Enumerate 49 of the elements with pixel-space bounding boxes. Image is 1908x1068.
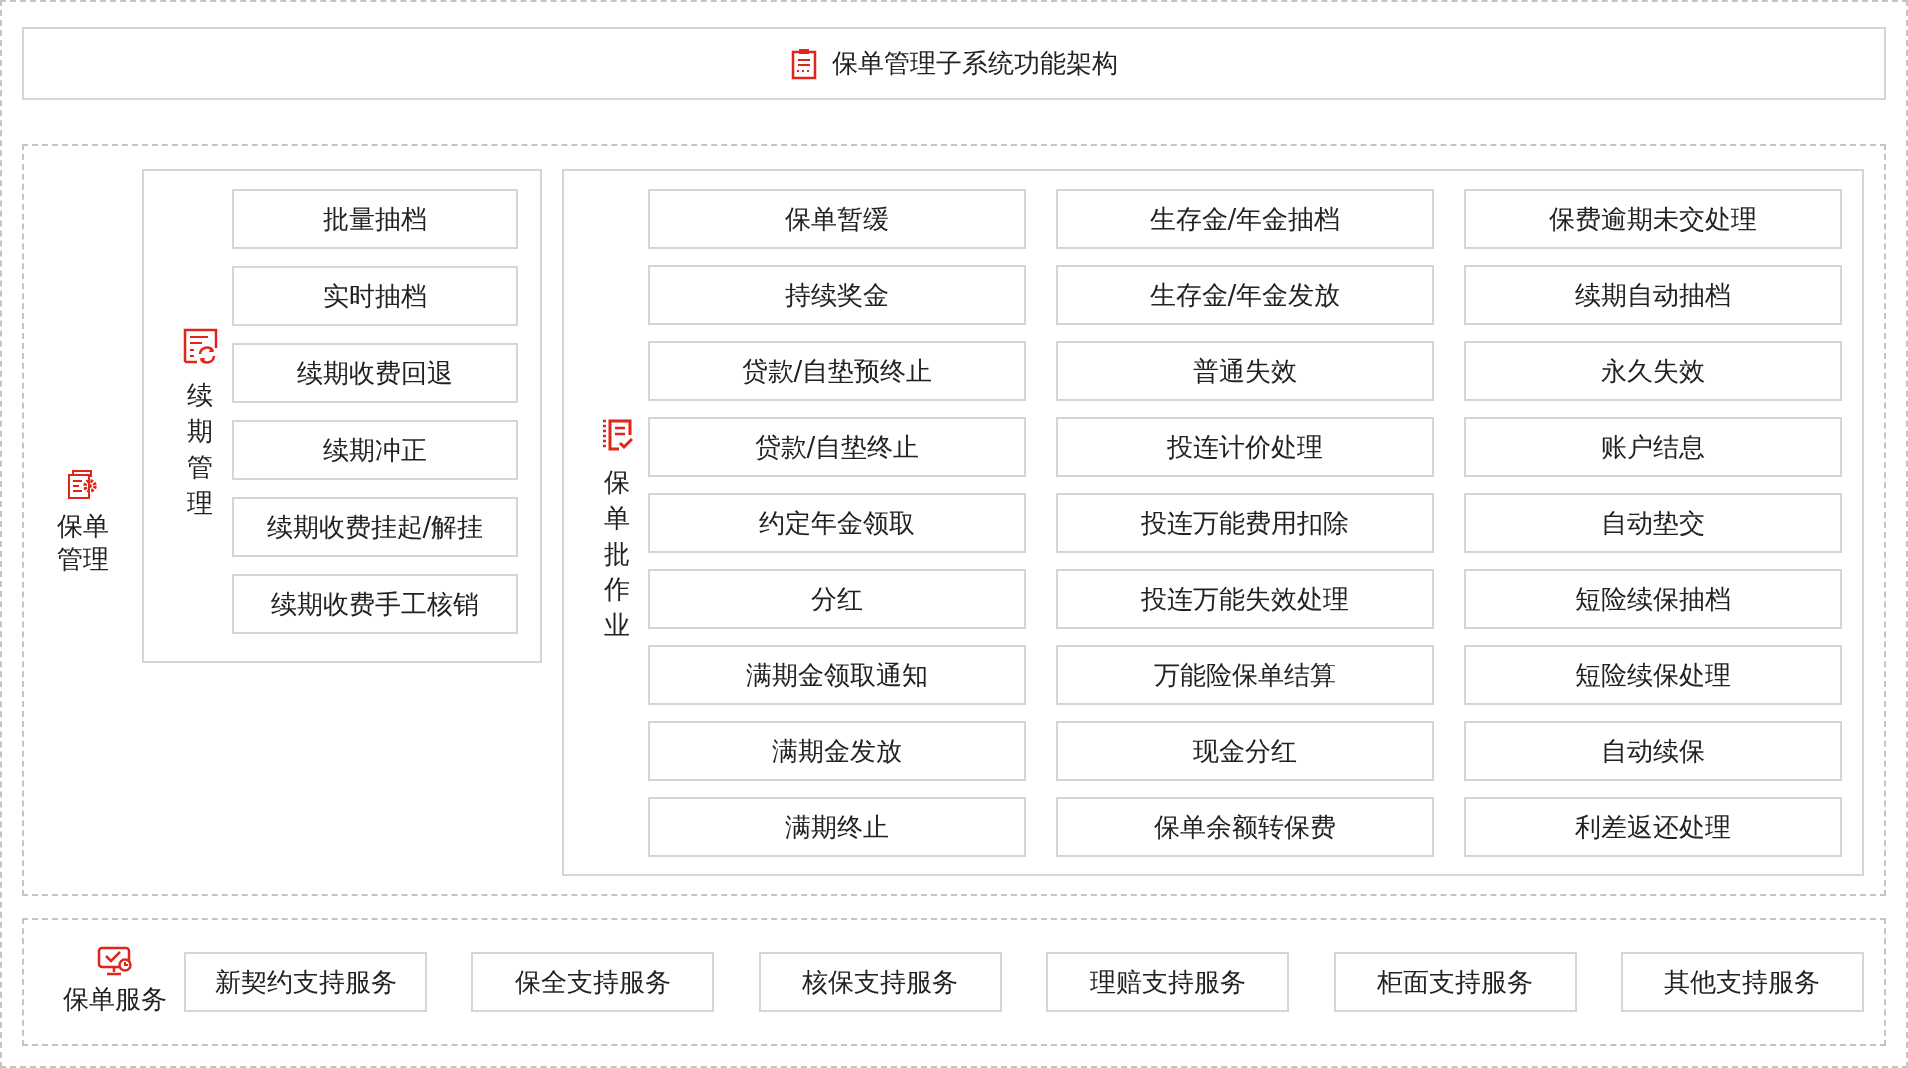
- panel-label: 续期管理: [187, 379, 213, 520]
- monitor-check-icon: [97, 945, 133, 976]
- document-gear-icon: [67, 470, 99, 500]
- function-box: 续期冲正: [232, 420, 518, 480]
- function-box: 批量抽档: [232, 189, 518, 249]
- diagram-title: 保单管理子系统功能架构: [832, 47, 1118, 80]
- function-box: 约定年金领取: [648, 493, 1026, 553]
- section-label: 保单管理: [57, 510, 109, 575]
- function-box: 账户结息: [1464, 417, 1842, 477]
- function-box: 投连万能费用扣除: [1056, 493, 1434, 553]
- function-box: 投连万能失效处理: [1056, 569, 1434, 629]
- checklist-icon: [601, 418, 633, 451]
- function-box: 满期金领取通知: [648, 645, 1026, 705]
- function-box: 普通失效: [1056, 341, 1434, 401]
- function-box: 分红: [648, 569, 1026, 629]
- function-box: 自动续保: [1464, 721, 1842, 781]
- service-box: 新契约支持服务: [184, 952, 427, 1012]
- panel-label: 保单批作业: [604, 465, 630, 643]
- service-box: 柜面支持服务: [1333, 952, 1577, 1012]
- function-box: 贷款/自垫预终止: [648, 341, 1026, 401]
- function-box: 续期收费手工核销: [232, 574, 518, 634]
- service-box: 其他支持服务: [1620, 952, 1864, 1012]
- function-box: 永久失效: [1464, 341, 1842, 401]
- function-box: 保费逾期未交处理: [1464, 189, 1842, 249]
- function-box: 持续奖金: [648, 265, 1026, 325]
- function-box: 生存金/年金发放: [1056, 265, 1434, 325]
- function-box: 自动垫交: [1464, 493, 1842, 553]
- function-box: 续期收费回退: [232, 343, 518, 403]
- function-box: 利差返还处理: [1464, 797, 1842, 857]
- section-label: 保单服务: [63, 982, 167, 1016]
- function-box: 贷款/自垫终止: [648, 417, 1026, 477]
- clipboard-icon: [790, 47, 818, 80]
- function-box: 保单暂缓: [648, 189, 1026, 249]
- function-box: 短险续保处理: [1464, 645, 1842, 705]
- service-box: 核保支持服务: [758, 952, 1002, 1012]
- function-box: 满期终止: [648, 797, 1026, 857]
- function-box: 满期金发放: [648, 721, 1026, 781]
- function-box: 短险续保抽档: [1464, 569, 1842, 629]
- function-box: 实时抽档: [232, 266, 518, 326]
- function-box: 保单余额转保费: [1056, 797, 1434, 857]
- function-box: 续期收费挂起/解挂: [232, 497, 518, 557]
- function-box: 现金分红: [1056, 721, 1434, 781]
- document-refresh-icon: [182, 328, 218, 365]
- service-box: 理赔支持服务: [1046, 952, 1290, 1012]
- function-box: 投连计价处理: [1056, 417, 1434, 477]
- service-box: 保全支持服务: [471, 952, 715, 1012]
- function-box: 续期自动抽档: [1464, 265, 1842, 325]
- function-box: 万能险保单结算: [1056, 645, 1434, 705]
- function-box: 生存金/年金抽档: [1056, 189, 1434, 249]
